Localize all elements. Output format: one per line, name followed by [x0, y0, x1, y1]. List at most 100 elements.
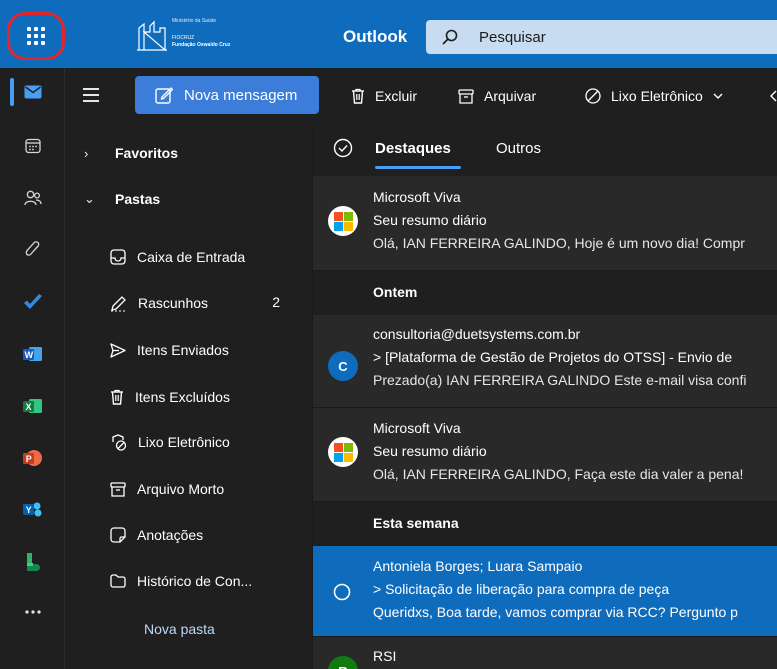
inbox-icon: [110, 249, 126, 265]
avatar-initial: R: [338, 664, 347, 669]
message-preview: Olá, IAN FERREIRA GALINDO, Hoje é um nov…: [373, 235, 745, 251]
rail-powerpoint[interactable]: P: [0, 436, 65, 480]
folder-sent[interactable]: Itens Enviados: [110, 338, 310, 362]
folder-drafts[interactable]: Rascunhos 2: [110, 291, 310, 315]
rail-people[interactable]: [0, 176, 65, 220]
rail-bookings[interactable]: [0, 540, 65, 584]
new-message-button[interactable]: Nova mensagem: [135, 76, 319, 114]
message-preview: Prezado(a) IAN FERREIRA GALINDO Este e-m…: [373, 372, 747, 388]
powerpoint-icon: P: [22, 450, 42, 466]
message-item[interactable]: Antoniela Borges; Luara Sampaio > Solici…: [313, 546, 777, 637]
word-icon: W: [22, 347, 42, 361]
date-group-header: Ontem: [313, 271, 777, 315]
folder-label: Rascunhos: [138, 295, 209, 311]
avatar-initial: C: [338, 358, 348, 374]
folder-inbox[interactable]: Caixa de Entrada: [110, 245, 310, 269]
fiocruz-logo-icon: [137, 20, 167, 52]
message-sender: Microsoft Viva: [373, 189, 461, 205]
chevron-down-icon[interactable]: [713, 93, 723, 99]
excel-icon: X: [22, 399, 42, 413]
microsoft-logo-icon: [333, 211, 353, 231]
folder-notes[interactable]: Anotações: [110, 523, 310, 547]
tab-other[interactable]: Outros: [496, 140, 541, 157]
folder-label: Histórico de Con...: [137, 573, 253, 589]
microsoft-logo-icon: [333, 442, 353, 462]
rail-yammer[interactable]: Y: [0, 488, 65, 532]
tab-focused[interactable]: Destaques: [375, 140, 451, 157]
archive-label: Arquivar: [484, 88, 537, 104]
reply-icon: [770, 90, 777, 102]
folder-history[interactable]: Histórico de Con...: [110, 569, 310, 593]
archive-button[interactable]: Arquivar: [458, 85, 536, 107]
search-input[interactable]: Pesquisar: [426, 20, 777, 54]
unread-count: 2: [272, 294, 280, 310]
message-item[interactable]: Microsoft Viva Seu resumo diário Olá, IA…: [313, 177, 777, 271]
folder-deleted[interactable]: Itens Excluídos: [110, 385, 310, 409]
rail-calendar[interactable]: [0, 124, 65, 168]
folder-label: Anotações: [137, 527, 204, 543]
folder-archive[interactable]: Arquivo Morto: [110, 477, 310, 501]
rail-excel[interactable]: X: [0, 384, 65, 428]
svg-text:W: W: [24, 350, 33, 360]
date-group-label: Ontem: [373, 284, 418, 300]
folder-label: Caixa de Entrada: [137, 249, 246, 265]
yammer-icon: Y: [22, 502, 41, 517]
select-all-icon[interactable]: [333, 138, 353, 158]
trash-icon: [352, 88, 364, 104]
nav-toggle-button[interactable]: [83, 88, 99, 102]
svg-text:P: P: [25, 454, 31, 464]
rail-todo[interactable]: [0, 280, 65, 324]
top-header: Ministério da Saúde FIOCRUZ Fundação Osw…: [0, 0, 777, 68]
app-title[interactable]: Outlook: [343, 27, 407, 47]
app-rail: W X P Y: [0, 68, 65, 669]
folder-label: Lixo Eletrônico: [138, 434, 230, 450]
brand-fiocruz-text: FIOCRUZ: [172, 35, 195, 41]
archive-icon: [110, 481, 126, 497]
active-tab-indicator: [375, 166, 461, 169]
message-list: Destaques Outros Microsoft Viva Seu resu…: [313, 122, 777, 669]
folder-label: Arquivo Morto: [137, 481, 225, 497]
junk-label: Lixo Eletrônico: [611, 88, 703, 104]
folder-label: Itens Enviados: [137, 342, 229, 358]
more-toolbar-button[interactable]: [770, 85, 777, 107]
search-placeholder: Pesquisar: [479, 29, 546, 46]
brand-ministry-text: Ministério da Saúde: [172, 18, 217, 24]
message-item[interactable]: R RSI: [313, 638, 777, 669]
select-checkbox-icon[interactable]: [333, 583, 351, 601]
message-item[interactable]: C consultoria@duetsystems.com.br > [Plat…: [313, 315, 777, 408]
folder-junk[interactable]: Lixo Eletrônico: [110, 430, 310, 454]
avatar: [328, 206, 358, 236]
command-toolbar: Nova mensagem Excluir Arquivar Lixo Elet…: [65, 68, 777, 122]
chevron-down-icon: ⌄: [84, 191, 95, 206]
message-subject: Seu resumo diário: [373, 212, 487, 228]
rail-active-indicator: [10, 78, 14, 106]
new-folder-link[interactable]: Nova pasta: [144, 621, 215, 637]
organization-logo: Ministério da Saúde FIOCRUZ Fundação Osw…: [137, 18, 287, 52]
more-apps-icon: [24, 610, 41, 614]
todo-icon: [23, 294, 42, 309]
chevron-right-icon: ›: [84, 145, 89, 161]
delete-button[interactable]: Excluir: [351, 85, 417, 107]
rail-more-apps[interactable]: [0, 590, 65, 634]
junk-button[interactable]: Lixo Eletrônico: [585, 85, 723, 107]
rail-mail[interactable]: [0, 70, 65, 114]
svg-text:Y: Y: [25, 505, 31, 515]
rail-word[interactable]: W: [0, 332, 65, 376]
trash-icon: [111, 389, 123, 405]
message-sender: Antoniela Borges; Luara Sampaio: [373, 558, 583, 574]
avatar: C: [328, 351, 358, 381]
block-icon: [585, 88, 601, 104]
message-preview: Olá, IAN FERREIRA GALINDO, Faça este dia…: [373, 466, 744, 482]
message-subject: Seu resumo diário: [373, 443, 487, 459]
brand-foundation-text: Fundação Oswaldo Cruz: [172, 42, 231, 48]
app-launcher-button[interactable]: [7, 12, 65, 60]
folder-pane: › Favoritos ⌄ Pastas Caixa de Entrada Ra…: [65, 122, 312, 669]
inbox-tabs: Destaques Outros: [313, 122, 777, 176]
archive-icon: [458, 88, 474, 104]
folders-header[interactable]: ⌄ Pastas: [84, 188, 160, 210]
search-icon: [442, 29, 458, 45]
message-item[interactable]: Microsoft Viva Seu resumo diário Olá, IA…: [313, 408, 777, 502]
rail-files[interactable]: [0, 228, 65, 272]
avatar: R: [328, 656, 358, 669]
favorites-header[interactable]: › Favoritos: [84, 142, 178, 164]
